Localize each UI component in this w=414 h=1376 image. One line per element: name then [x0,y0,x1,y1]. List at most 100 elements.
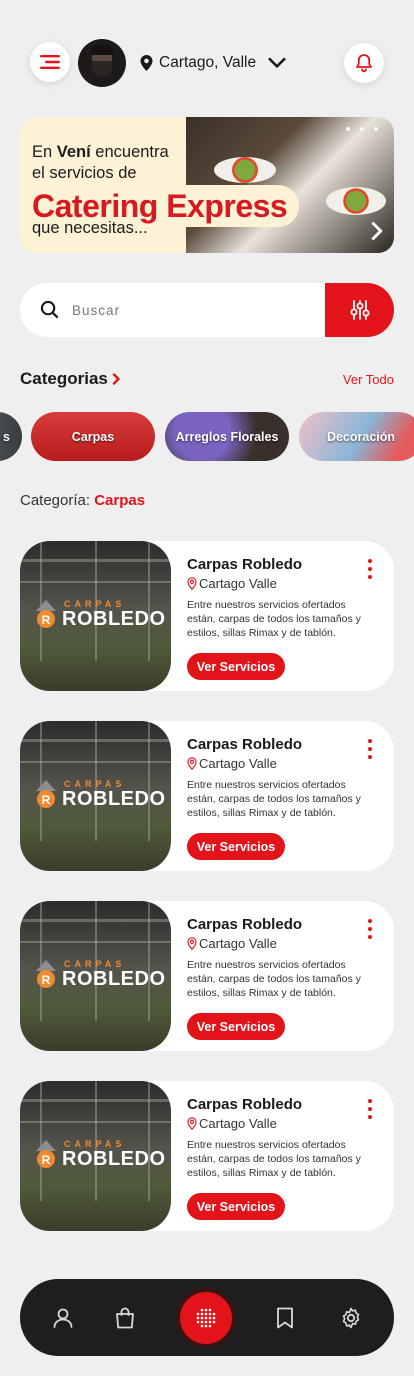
logo-badge-icon: R [36,960,56,988]
listing-location-text: Cartago Valle [199,936,277,951]
nav-home-button[interactable] [180,1292,232,1344]
avatar[interactable] [78,39,126,87]
view-services-button[interactable]: Ver Servicios [187,653,285,680]
category-chip-arreglos-florales[interactable]: Arreglos Florales [165,412,289,461]
svg-text:R: R [42,793,51,807]
location-label: Cartago, Valle [159,54,257,71]
chevron-right-icon [112,373,120,385]
filter-button[interactable] [325,283,394,337]
listing-description: Entre nuestros servicios ofertados están… [187,779,361,819]
search-bar [20,283,394,337]
chevron-down-icon [268,57,286,68]
listing-card[interactable]: R CARPAS ROBLEDO Carpas Robledo Cartago Vall… [20,1081,394,1231]
banner-line1: En Vení encuentra [32,143,169,161]
listing-location: Cartago Valle [187,576,277,591]
logo-badge-icon: R [36,1140,56,1168]
logo-big-text: ROBLEDO [62,788,166,810]
search-input[interactable] [72,297,312,323]
bell-icon [356,54,372,73]
filter-sliders-icon [350,300,369,320]
avatar-hair [90,45,114,55]
chip-label: Decoración [326,429,396,444]
more-options-icon[interactable] [364,559,376,579]
bottom-nav [20,1279,394,1356]
listing-card[interactable]: R CARPAS ROBLEDO Carpas Robledo Cartago Vall… [20,721,394,871]
nav-settings[interactable] [336,1303,366,1333]
logo-big-text: ROBLEDO [62,608,166,630]
listing-name: Carpas Robledo [187,556,303,573]
nav-profile[interactable] [48,1303,78,1333]
search-icon [40,300,59,319]
more-options-icon[interactable] [364,1099,376,1119]
view-services-button[interactable]: Ver Servicios [187,1193,285,1220]
see-all-link[interactable]: Ver Todo [343,372,394,387]
listing-card[interactable]: R CARPAS ROBLEDO Carpas Robledo Cartago Vall… [20,901,394,1051]
banner-line3: que necesitas... [32,219,148,237]
menu-icon [40,55,60,69]
current-category: Categoría: Carpas [20,492,145,509]
current-category-value: Carpas [94,492,146,509]
carpas-robledo-logo: R CARPAS ROBLEDO [34,1139,166,1169]
listing-image: R CARPAS ROBLEDO [20,721,171,871]
listing-name: Carpas Robledo [187,736,303,753]
listing-description: Entre nuestros servicios ofertados están… [187,1139,361,1179]
carpas-robledo-logo: R CARPAS ROBLEDO [34,599,166,629]
svg-text:R: R [42,1153,51,1167]
listing-location-text: Cartago Valle [199,756,277,771]
view-services-button[interactable]: Ver Servicios [187,833,285,860]
avatar-beard [92,61,112,77]
nav-saved[interactable] [270,1303,300,1333]
user-icon [53,1308,73,1328]
listing-description: Entre nuestros servicios ofertados están… [187,599,361,639]
svg-text:R: R [42,973,51,987]
location-pin-icon [187,757,197,770]
app-grid-icon [196,1308,216,1328]
menu-button[interactable] [30,42,70,82]
logo-big-text: ROBLEDO [62,1148,166,1170]
listing-image: R CARPAS ROBLEDO [20,1081,171,1231]
notifications-button[interactable] [344,43,384,83]
svg-text:R: R [42,613,51,627]
more-options-icon[interactable] [364,739,376,759]
categories-title: Categorias [20,369,108,388]
chip-label: Carpas [71,429,115,444]
logo-badge-icon: R [36,600,56,628]
category-chip-carpas[interactable]: Carpas [31,412,155,461]
more-options-icon[interactable] [364,919,376,939]
listing-name: Carpas Robledo [187,916,303,933]
listing-location-text: Cartago Valle [199,576,277,591]
chip-label: Arreglos Florales [175,429,279,444]
shopping-bag-icon [116,1307,134,1329]
location-pin-icon [187,1117,197,1130]
current-category-label: Categoría: [20,492,95,509]
carpas-robledo-logo: R CARPAS ROBLEDO [34,959,166,989]
listing-name: Carpas Robledo [187,1096,303,1113]
bookmark-icon [277,1307,293,1329]
location-pin-icon [140,55,153,71]
category-chips: s Carpas Arreglos Florales Decoración [0,412,414,462]
category-chip-decoracion[interactable]: Decoración [299,412,414,461]
listing-location-text: Cartago Valle [199,1116,277,1131]
listing-location: Cartago Valle [187,936,277,951]
listing-image: R CARPAS ROBLEDO [20,541,171,691]
view-services-button[interactable]: Ver Servicios [187,1013,285,1040]
listing-image: R CARPAS ROBLEDO [20,901,171,1051]
banner-next-icon[interactable] [370,221,384,241]
logo-big-text: ROBLEDO [62,968,166,990]
categories-heading[interactable]: Categorias [20,369,121,389]
nav-orders[interactable] [110,1303,140,1333]
listing-description: Entre nuestros servicios ofertados están… [187,959,361,999]
chip-label: s [3,429,10,444]
banner-line2: el servicios de [32,164,137,182]
settings-icon [342,1307,360,1329]
location-selector[interactable]: Cartago, Valle [140,54,286,72]
location-pin-icon [187,937,197,950]
listing-location: Cartago Valle [187,756,277,771]
location-pin-icon [187,577,197,590]
category-chip[interactable]: s [0,412,22,461]
listing-card[interactable]: R CARPAS ROBLEDO Carpas Robledo Cartago Vall… [20,541,394,691]
carpas-robledo-logo: R CARPAS ROBLEDO [34,779,166,809]
listing-location: Cartago Valle [187,1116,277,1131]
promo-banner[interactable]: En Vení encuentra el servicios de Cateri… [20,117,394,253]
logo-badge-icon: R [36,780,56,808]
